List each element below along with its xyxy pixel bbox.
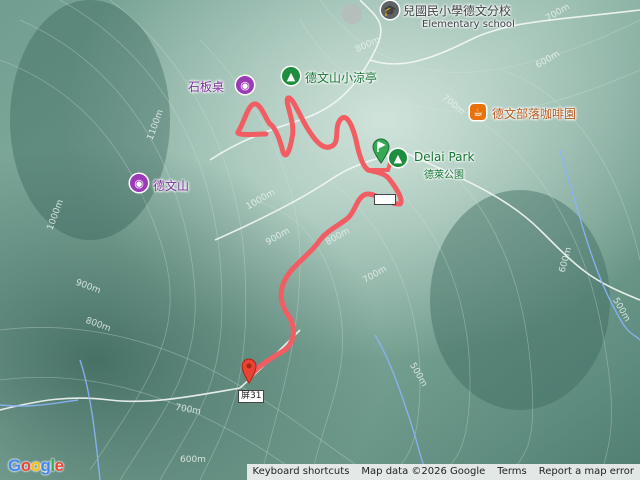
poi-pavilion-name[interactable]: 德文山小涼亭	[305, 69, 377, 86]
poi-cafe-name[interactable]: 德文部落咖啡園	[492, 105, 576, 122]
report-error-link[interactable]: Report a map error	[533, 464, 640, 480]
poi-park-name[interactable]: Delai Park	[414, 150, 474, 164]
tree-icon[interactable]: ▲	[282, 67, 300, 85]
map-footer: Keyboard shortcuts Map data ©2026 Google…	[246, 464, 640, 480]
map-data-attribution: Map data ©2026 Google	[361, 466, 486, 477]
end-marker-icon[interactable]	[241, 358, 257, 384]
poi-school-name[interactable]: 兒國民小學德文分校	[403, 2, 511, 19]
coffee-icon[interactable]: ☕	[470, 104, 486, 120]
poi-slab-name[interactable]: 石板桌	[188, 78, 224, 95]
park-icon[interactable]: ▲	[389, 149, 407, 167]
camera-icon[interactable]: ◉	[236, 76, 254, 94]
poi-mountain-name[interactable]: 德文山	[153, 177, 189, 194]
start-flag-icon[interactable]	[372, 138, 390, 164]
keyboard-shortcuts-link[interactable]: Keyboard shortcuts	[247, 464, 356, 480]
school-icon[interactable]: 🎓	[381, 1, 399, 19]
google-logo: Google	[8, 456, 64, 475]
poi-school-sub: Elementary school	[422, 19, 515, 30]
camera-icon[interactable]: ◉	[130, 174, 148, 192]
road-shield	[374, 194, 396, 205]
map-canvas[interactable]: 800m 700m 1100m 1000m 1000m 900m 800m 70…	[0, 0, 640, 480]
poi-park-sub: 德萊公園	[424, 170, 464, 181]
contour-label: 600m	[180, 455, 206, 465]
terms-link[interactable]: Terms	[491, 464, 532, 480]
road-shield: 屏31	[238, 390, 265, 403]
